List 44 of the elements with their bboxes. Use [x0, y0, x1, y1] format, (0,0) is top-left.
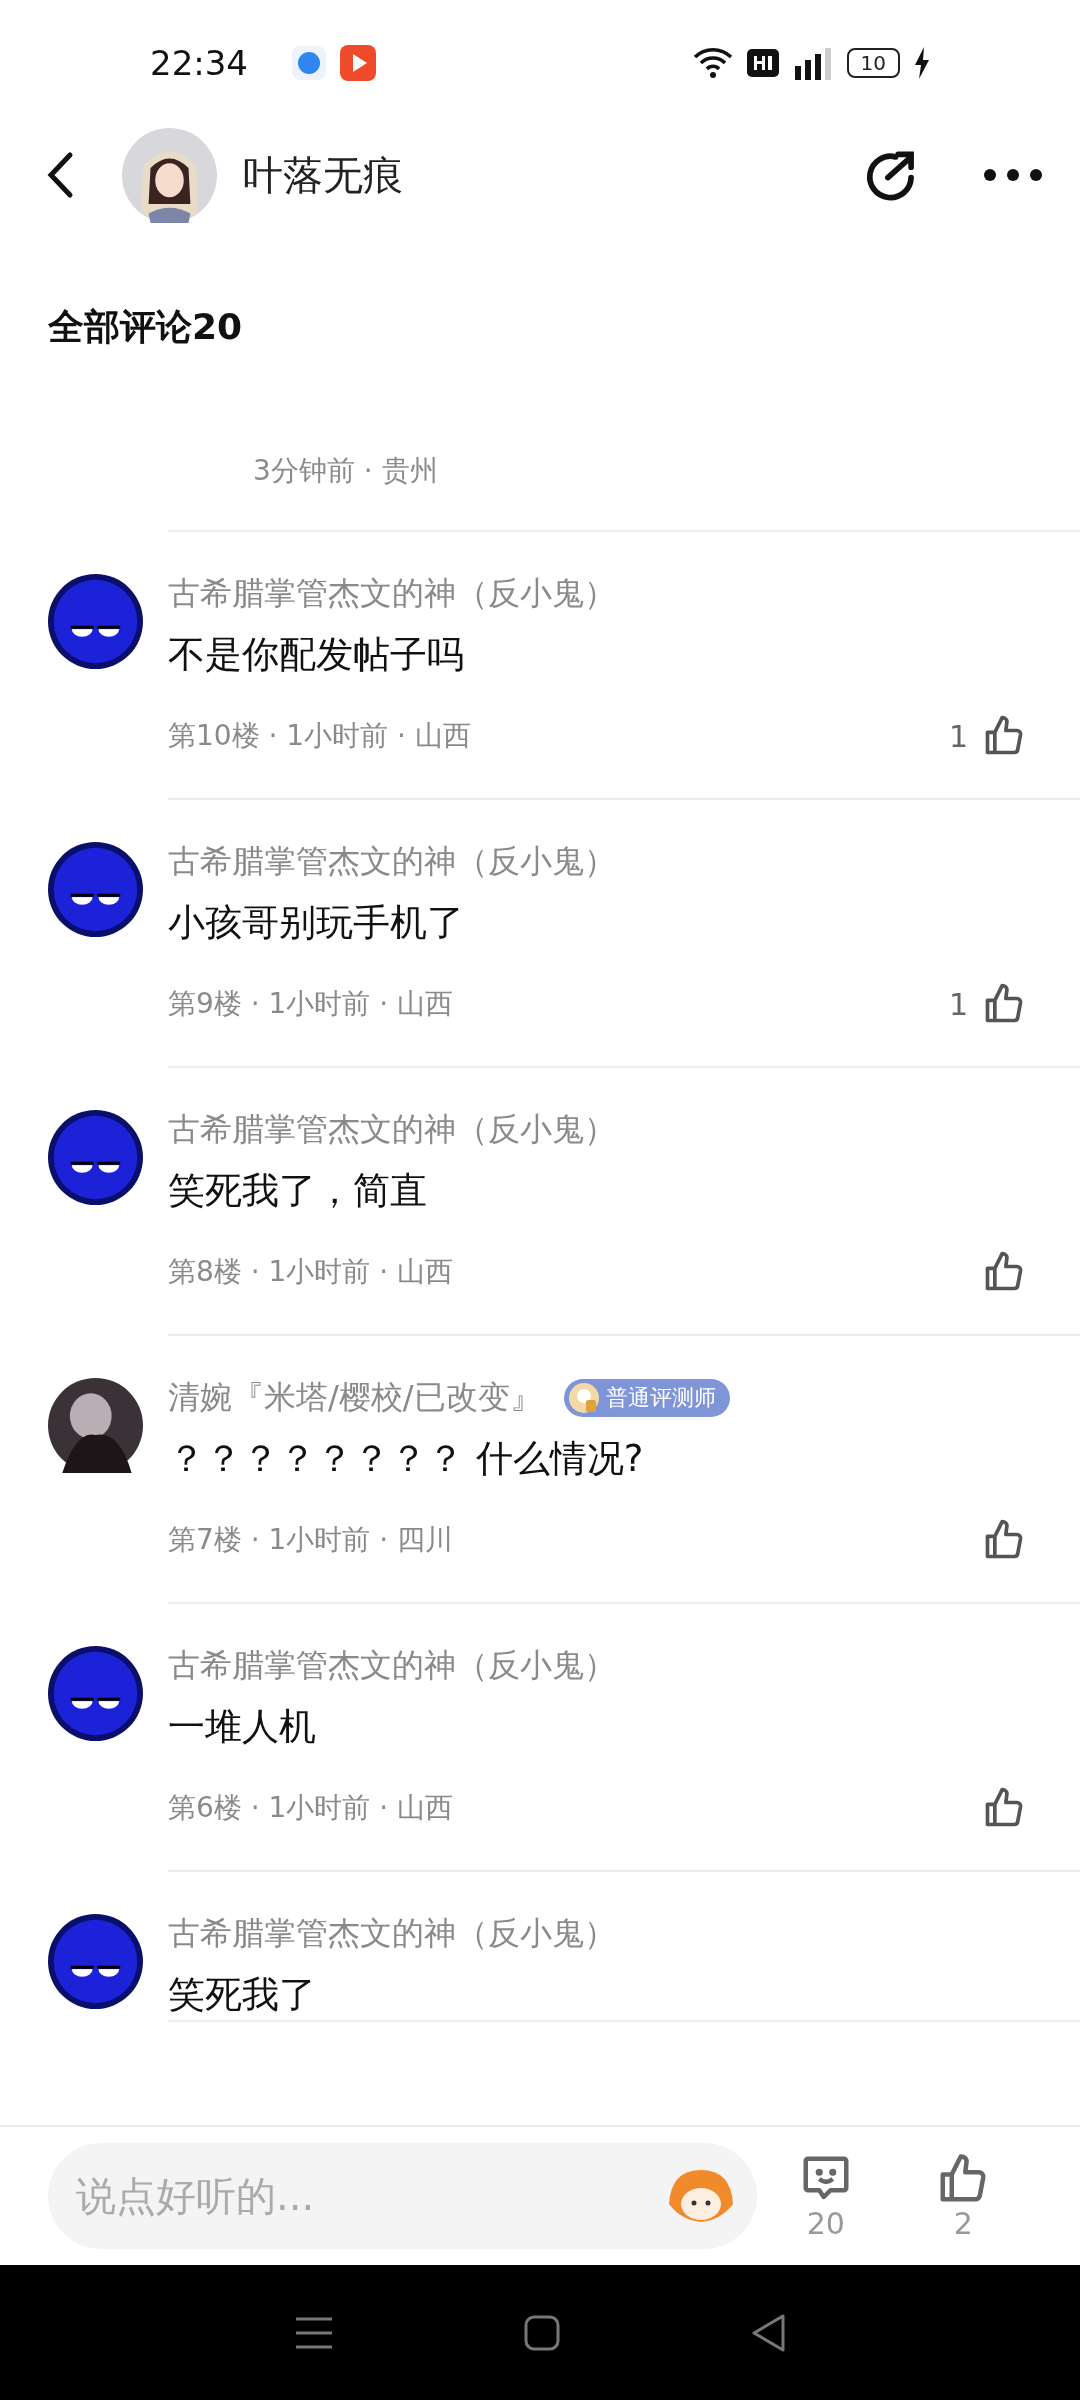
- like-count: 1: [948, 718, 968, 754]
- comment-text: 笑死我了: [168, 1972, 317, 2018]
- avatar[interactable]: [48, 1378, 143, 1473]
- battery-level: 10: [846, 47, 900, 78]
- home-icon[interactable]: [523, 2313, 561, 2352]
- comment-meta: 第8楼 · 1小时前 · 山西: [168, 1254, 454, 1290]
- comment-meta: 第6楼 · 1小时前 · 山西: [168, 1790, 454, 1826]
- charging-icon: [914, 46, 930, 79]
- commenter-name[interactable]: 清婉『米塔/樱校/已改变』: [168, 1376, 542, 1420]
- comments-button[interactable]: 20: [757, 2151, 895, 2241]
- video-app-icon: [340, 44, 376, 81]
- avatar[interactable]: [48, 1110, 143, 1205]
- commenter-name[interactable]: 古希腊掌管杰文的神（反小鬼）: [168, 572, 616, 616]
- comment-text: 笑死我了，简直: [168, 1168, 428, 1214]
- comment-input[interactable]: 说点好听的...: [74, 2172, 662, 2220]
- username: 叶落无痕: [243, 150, 404, 200]
- avatar[interactable]: [48, 1914, 143, 2009]
- comment-meta: 第9楼 · 1小时前 · 山西: [168, 986, 454, 1022]
- signal-icon: [792, 45, 833, 80]
- comment-meta: 第10楼 · 1小时前 · 山西: [168, 718, 471, 754]
- avatar[interactable]: [48, 574, 143, 669]
- avatar[interactable]: [48, 842, 143, 937]
- badge-icon: [567, 1382, 600, 1414]
- badge-label: 普通评测师: [605, 1384, 716, 1412]
- comment-meta: 第7楼 · 1小时前 · 四川: [168, 1522, 454, 1558]
- commenter-name[interactable]: 古希腊掌管杰文的神（反小鬼）: [168, 1912, 616, 1956]
- like-count: 1: [948, 986, 968, 1022]
- comments-title: 全部评论20: [47, 305, 244, 349]
- avatar[interactable]: [48, 1646, 143, 1741]
- like-button[interactable]: 2: [894, 2151, 1032, 2241]
- comment-text: 不是你配发帖子吗: [168, 632, 465, 678]
- wifi-icon: [692, 46, 733, 79]
- commenter-name[interactable]: 古希腊掌管杰文的神（反小鬼）: [168, 840, 616, 884]
- comment-text: 小孩哥别玩手机了: [168, 900, 465, 946]
- comment-text: ？？？？？？？？ 什么情况?: [168, 1436, 645, 1482]
- hd-icon: [746, 48, 779, 77]
- status-time: 22:34: [150, 42, 248, 83]
- browser-icon: [292, 45, 326, 80]
- commenter-name[interactable]: 古希腊掌管杰文的神（反小鬼）: [168, 1644, 616, 1688]
- commenter-name[interactable]: 古希腊掌管杰文的神（反小鬼）: [168, 1108, 616, 1152]
- comment-field[interactable]: 说点好听的...: [48, 2143, 758, 2249]
- comment-meta: 3分钟前 · 贵州: [253, 453, 438, 489]
- comment-text: 一堆人机: [168, 1704, 317, 1750]
- user-avatar[interactable]: [122, 127, 217, 223]
